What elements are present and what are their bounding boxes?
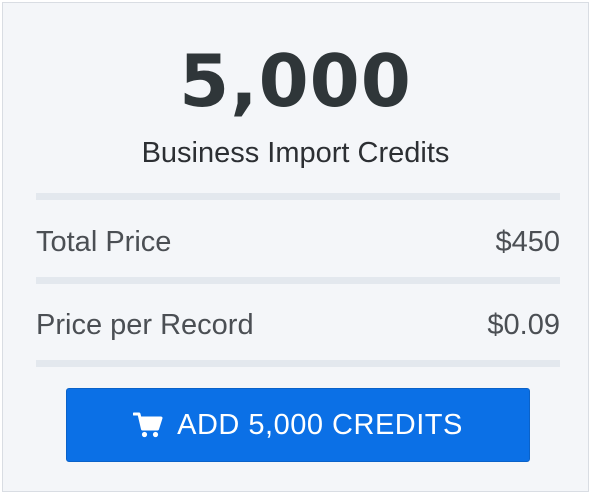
divider-bottom xyxy=(36,360,560,367)
divider-middle xyxy=(36,277,560,284)
price-per-record-label: Price per Record xyxy=(36,309,254,341)
total-price-label: Total Price xyxy=(36,226,172,258)
credit-type-label: Business Import Credits xyxy=(141,137,450,169)
price-per-record-value: $0.09 xyxy=(487,309,560,341)
total-price-value: $450 xyxy=(495,226,560,258)
divider-top xyxy=(36,193,560,200)
price-per-record-row: Price per Record $0.09 xyxy=(36,305,560,345)
add-credits-button[interactable]: ADD 5,000 CREDITS xyxy=(66,388,530,462)
credit-amount: 5,000 xyxy=(179,39,412,123)
add-credits-button-label: ADD 5,000 CREDITS xyxy=(177,408,463,441)
pricing-card: 5,000 Business Import Credits Total Pric… xyxy=(2,2,589,492)
shopping-cart-icon xyxy=(133,412,177,438)
total-price-row: Total Price $450 xyxy=(36,222,560,262)
